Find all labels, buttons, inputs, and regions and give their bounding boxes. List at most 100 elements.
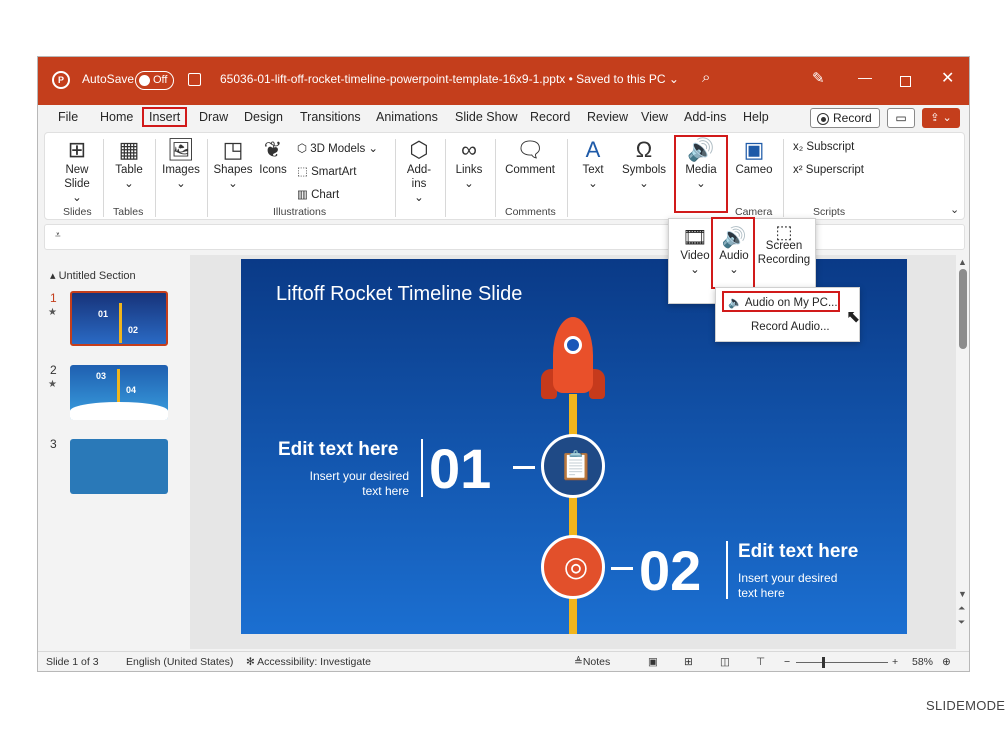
maximize-button[interactable]	[900, 76, 911, 87]
screen-recording-button[interactable]: ⬚ Screen Recording	[755, 222, 813, 267]
add-ins-icon: ⬡	[409, 137, 429, 162]
tab-record[interactable]: Record	[530, 110, 570, 124]
subscript-button[interactable]: x₂ Subscript	[793, 141, 854, 153]
tab-draw[interactable]: Draw	[199, 110, 228, 124]
separator	[445, 139, 446, 217]
slide-thumbnail-1[interactable]: 01 02	[70, 291, 168, 346]
autosave-label: AutoSave	[82, 72, 135, 86]
accessibility-status[interactable]: ✻ Accessibility: Investigate	[246, 656, 371, 668]
links-button[interactable]: ∞ Links ⌄	[451, 137, 487, 191]
title-bar: P AutoSave Off 65036-01-lift-off-rocket-…	[38, 57, 969, 105]
smartart-icon: ⬚	[297, 166, 308, 178]
normal-view-icon[interactable]: ▣	[648, 656, 658, 668]
zoom-slider-handle[interactable]	[822, 657, 825, 668]
zoom-out-button[interactable]: −	[784, 656, 790, 668]
smartart-button[interactable]: ⬚ SmartArt	[297, 164, 356, 178]
animation-star-icon: ★	[48, 379, 57, 390]
item2-subtext[interactable]: Insert your desired text here	[738, 571, 837, 601]
item1-circle: 📋	[541, 434, 605, 498]
text-button[interactable]: A Text ⌄	[575, 137, 611, 191]
text-a-icon: A	[585, 137, 601, 162]
record-audio-item[interactable]: Record Audio...	[751, 321, 830, 333]
zoom-slider[interactable]	[796, 662, 888, 663]
quick-access-toolbar: ⩡	[44, 224, 965, 250]
new-slide-button[interactable]: ⊞ New Slide ⌄	[59, 137, 95, 205]
item1-dash	[513, 466, 535, 469]
scrollbar-thumb[interactable]	[959, 269, 967, 349]
slide-number: 1	[50, 291, 57, 305]
record-button[interactable]: Record	[810, 108, 880, 128]
status-bar: Slide 1 of 3 English (United States) ✻ A…	[38, 651, 969, 671]
zoom-level[interactable]: 58%	[912, 656, 933, 668]
icons-button[interactable]: ❦ Icons	[255, 137, 291, 177]
comments-button[interactable]: ▭	[887, 108, 915, 128]
item2-number[interactable]: 02	[639, 543, 701, 599]
tab-slide-show[interactable]: Slide Show	[455, 110, 518, 124]
mouse-cursor-icon: ⬉	[846, 307, 861, 326]
next-slide-icon[interactable]: ⏷	[958, 617, 965, 628]
tab-view[interactable]: View	[641, 110, 668, 124]
3d-models-button[interactable]: ⬡ 3D Models ⌄	[297, 141, 378, 155]
images-button[interactable]: 🖼 Images ⌄	[161, 137, 201, 191]
thumb-number: 03	[96, 371, 107, 381]
table-button[interactable]: ▦ Table ⌄	[111, 137, 147, 191]
audio-highlight	[711, 217, 755, 289]
slide-thumbnail-2[interactable]: 03 04	[70, 365, 168, 420]
slide-thumbnail-3[interactable]	[70, 439, 168, 494]
zoom-in-button[interactable]: +	[892, 656, 898, 668]
minimize-button[interactable]: —	[858, 69, 872, 85]
tab-transitions[interactable]: Transitions	[300, 110, 361, 124]
tab-insert[interactable]: Insert	[142, 107, 188, 127]
item1-heading[interactable]: Edit text here	[278, 439, 398, 461]
clipboard-icon: 📋	[558, 450, 594, 481]
tab-home[interactable]: Home	[100, 110, 133, 124]
scroll-down-icon[interactable]: ▼	[958, 589, 967, 599]
separator	[155, 139, 156, 217]
slideshow-icon[interactable]: ⊤	[756, 656, 765, 668]
item2-heading[interactable]: Edit text here	[738, 541, 858, 563]
separator	[495, 139, 496, 217]
screen-recording-icon: ⬚	[775, 222, 793, 242]
image-icon: 🖼	[167, 137, 195, 162]
customize-qat-icon[interactable]: ⩡	[55, 230, 61, 241]
item1-number[interactable]: 01	[429, 441, 491, 497]
search-icon[interactable]: ⌕	[702, 69, 710, 86]
shapes-button[interactable]: ◳ Shapes ⌄	[213, 137, 253, 191]
chart-button[interactable]: ▥ Chart	[297, 187, 339, 201]
scroll-up-icon[interactable]: ▲	[958, 257, 967, 267]
collapse-ribbon-icon[interactable]: ⌄	[950, 203, 959, 216]
reading-view-icon[interactable]: ◫	[720, 656, 730, 668]
tab-file[interactable]: File	[58, 110, 78, 124]
video-button[interactable]: 🎞 Video ⌄	[679, 225, 711, 276]
slide-thumbnails-pane: ▴ Untitled Section 1 ★ 01 02 2 ★ 03 04 3	[38, 257, 188, 647]
cameo-button[interactable]: ▣ Cameo	[731, 137, 777, 177]
language-status[interactable]: English (United States)	[126, 656, 233, 668]
tab-animations[interactable]: Animations	[376, 110, 438, 124]
fit-slide-icon[interactable]: ⊕	[942, 656, 951, 668]
tab-add-ins[interactable]: Add-ins	[684, 110, 726, 124]
add-ins-button[interactable]: ⬡ Add-ins ⌄	[401, 137, 437, 205]
shapes-icon: ◳	[222, 137, 244, 162]
share-button[interactable]: ⇪ ⌄	[922, 108, 960, 128]
superscript-button[interactable]: x² Superscript	[793, 164, 864, 176]
symbols-button[interactable]: Ω Symbols ⌄	[621, 137, 667, 191]
comment-button[interactable]: 🗨 Comment	[503, 137, 557, 177]
previous-slide-icon[interactable]: ⏶	[958, 603, 965, 614]
tab-review[interactable]: Review	[587, 110, 628, 124]
save-icon[interactable]	[188, 73, 201, 86]
thumb-timeline	[117, 369, 120, 403]
slide-sorter-icon[interactable]: ⊞	[684, 656, 693, 668]
accessibility-icon: ✻	[246, 656, 255, 668]
slide-title[interactable]: Liftoff Rocket Timeline Slide	[276, 283, 522, 306]
designer-pen-icon[interactable]: ✎	[812, 69, 825, 87]
tab-design[interactable]: Design	[244, 110, 283, 124]
tab-help[interactable]: Help	[743, 110, 769, 124]
section-title[interactable]: ▴ Untitled Section	[50, 269, 136, 282]
thumb-clouds	[70, 402, 168, 420]
vertical-scrollbar[interactable]: ▲ ▼ ⏶ ⏷	[956, 257, 969, 647]
file-name[interactable]: 65036-01-lift-off-rocket-timeline-powerp…	[220, 72, 679, 86]
autosave-toggle[interactable]: Off	[135, 71, 174, 90]
item1-subtext[interactable]: Insert your desired text here	[303, 469, 409, 499]
notes-button[interactable]: ≜Notes	[574, 656, 610, 668]
close-button[interactable]: ✕	[941, 68, 954, 88]
